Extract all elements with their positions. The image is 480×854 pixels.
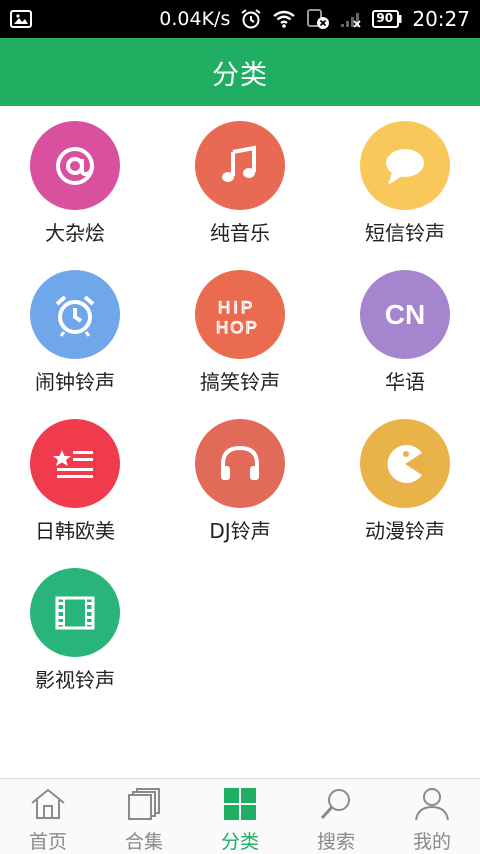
category-label: 动漫铃声 xyxy=(365,519,445,543)
svg-text:HIP: HIP xyxy=(218,298,255,317)
home-icon xyxy=(28,787,68,825)
category-label: 大杂烩 xyxy=(45,221,105,245)
tab-label: 合集 xyxy=(124,831,163,853)
app-header: 分类 xyxy=(0,38,480,106)
category-label: 闹钟铃声 xyxy=(35,370,115,394)
user-icon xyxy=(412,787,452,825)
clock: 20:27 xyxy=(412,7,470,31)
battery-icon: 90 xyxy=(372,10,402,28)
battery-level: 90 xyxy=(376,11,394,25)
network-speed: 0.04K/s xyxy=(159,8,231,30)
tab-mine[interactable]: 我的 xyxy=(384,779,480,854)
page-title: 分类 xyxy=(212,59,268,91)
alarm-icon xyxy=(240,8,262,30)
category-label: 日韩欧美 xyxy=(35,519,115,543)
category-item-alarm-ringtone[interactable]: 闹钟铃声 xyxy=(0,255,150,395)
category-item-chunyinyue[interactable]: 纯音乐 xyxy=(165,106,315,246)
svg-text:HOP: HOP xyxy=(216,318,259,337)
at-sign-icon xyxy=(30,121,120,210)
category-item-film-ringtone[interactable]: 影视铃声 xyxy=(0,553,150,693)
collection-icon xyxy=(124,787,164,825)
chat-bubble-icon xyxy=(360,121,450,210)
headphones-icon xyxy=(195,419,285,508)
tab-label: 我的 xyxy=(412,831,451,853)
signal-icon xyxy=(340,9,362,29)
grid-icon xyxy=(220,787,260,825)
category-label: 华语 xyxy=(385,370,425,394)
category-label: 搞笑铃声 xyxy=(200,370,280,394)
film-icon xyxy=(30,568,120,657)
category-label: 影视铃声 xyxy=(35,668,115,692)
hip-hop-icon: HIP HOP xyxy=(195,270,285,359)
category-label: 纯音乐 xyxy=(210,221,270,245)
tab-label: 搜索 xyxy=(316,831,355,853)
status-bar: 0.04K/s 90 20:27 xyxy=(0,0,480,38)
music-note-icon xyxy=(195,121,285,210)
category-item-funny-ringtone[interactable]: HIP HOP 搞笑铃声 xyxy=(165,255,315,395)
bottom-tab-bar: 首页 合集 分类 搜索 我的 xyxy=(0,778,480,854)
tab-label: 分类 xyxy=(220,831,259,853)
tab-home[interactable]: 首页 xyxy=(0,779,96,854)
alarm-clock-icon xyxy=(30,270,120,359)
category-item-jp-kr-western[interactable]: 日韩欧美 xyxy=(0,404,150,544)
flag-icon xyxy=(30,419,120,508)
category-grid: 大杂烩 纯音乐 短信铃声 闹钟铃声 HIP HOP 搞笑铃声 CN 华语 日韩欧… xyxy=(0,106,480,778)
tab-label: 首页 xyxy=(28,831,67,853)
search-icon xyxy=(316,787,356,825)
category-label: DJ铃声 xyxy=(209,519,271,543)
cn-icon: CN xyxy=(360,270,450,359)
wifi-icon xyxy=(272,9,296,29)
category-label: 短信铃声 xyxy=(365,221,445,245)
category-item-chinese[interactable]: CN 华语 xyxy=(330,255,480,395)
tab-collection[interactable]: 合集 xyxy=(96,779,192,854)
category-item-sms-ringtone[interactable]: 短信铃声 xyxy=(330,106,480,246)
image-notification-icon xyxy=(10,10,32,28)
category-item-dazahui[interactable]: 大杂烩 xyxy=(0,106,150,246)
sim-error-icon xyxy=(306,8,330,30)
tab-category[interactable]: 分类 xyxy=(192,779,288,854)
category-item-anime-ringtone[interactable]: 动漫铃声 xyxy=(330,404,480,544)
pacman-icon xyxy=(360,419,450,508)
category-item-dj-ringtone[interactable]: DJ铃声 xyxy=(165,404,315,544)
tab-search[interactable]: 搜索 xyxy=(288,779,384,854)
